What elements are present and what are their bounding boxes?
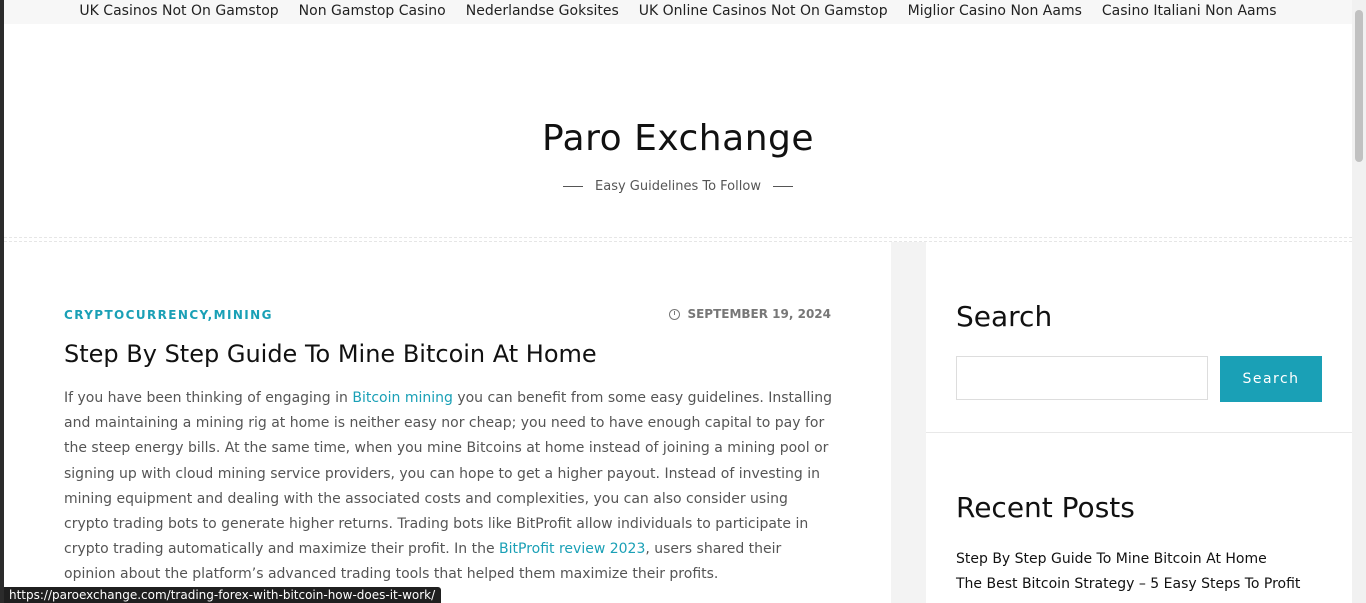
nav-link-uk-casinos[interactable]: UK Casinos Not On Gamstop bbox=[79, 3, 278, 19]
excerpt-text-1: If you have been thinking of engaging in bbox=[64, 390, 353, 406]
bitprofit-review-link[interactable]: BitProfit review 2023 bbox=[499, 541, 645, 557]
search-widget-title: Search bbox=[956, 300, 1053, 333]
post-date: SEPTEMBER 19, 2024 bbox=[669, 307, 831, 321]
vertical-scrollbar[interactable] bbox=[1352, 0, 1366, 603]
tagline-dash-right bbox=[772, 186, 793, 187]
site-title[interactable]: Paro Exchange bbox=[4, 118, 1352, 159]
post-categories: CRYPTOCURRENCY,MINING bbox=[64, 308, 273, 322]
nav-link-non-gamstop-casino[interactable]: Non Gamstop Casino bbox=[299, 3, 446, 19]
category-link-mining[interactable]: MINING bbox=[214, 308, 273, 322]
search-input[interactable] bbox=[956, 356, 1208, 400]
top-nav-list: UK Casinos Not On Gamstop Non Gamstop Ca… bbox=[4, 3, 1352, 19]
link-status-bar: https://paroexchange.com/trading-forex-w… bbox=[4, 587, 442, 603]
top-navigation: UK Casinos Not On Gamstop Non Gamstop Ca… bbox=[4, 0, 1352, 24]
recent-posts-list: Step By Step Guide To Mine Bitcoin At Ho… bbox=[956, 551, 1300, 601]
nav-link-uk-online-casinos[interactable]: UK Online Casinos Not On Gamstop bbox=[639, 3, 888, 19]
widget-divider bbox=[926, 432, 1352, 433]
post-date-text[interactable]: SEPTEMBER 19, 2024 bbox=[687, 307, 831, 321]
recent-posts-title: Recent Posts bbox=[956, 491, 1135, 524]
content-gutter bbox=[891, 242, 926, 603]
main-content: CRYPTOCURRENCY,MINING SEPTEMBER 19, 2024… bbox=[4, 242, 891, 603]
clock-icon bbox=[669, 308, 681, 320]
sidebar: Search Search Recent Posts Step By Step … bbox=[926, 242, 1352, 603]
search-button[interactable]: Search bbox=[1220, 356, 1322, 402]
nav-link-nederlandse-goksites[interactable]: Nederlandse Goksites bbox=[466, 3, 619, 19]
recent-post-link[interactable]: Step By Step Guide To Mine Bitcoin At Ho… bbox=[956, 551, 1300, 576]
bitcoin-mining-link[interactable]: Bitcoin mining bbox=[352, 390, 453, 406]
nav-link-casino-italiani[interactable]: Casino Italiani Non Aams bbox=[1102, 3, 1277, 19]
excerpt-text-2: you can benefit from some easy guideline… bbox=[64, 390, 833, 558]
recent-post-link[interactable]: The Best Bitcoin Strategy – 5 Easy Steps… bbox=[956, 576, 1300, 601]
tagline-dash-left bbox=[563, 186, 584, 187]
post-excerpt: If you have been thinking of engaging in… bbox=[64, 386, 834, 588]
category-link-cryptocurrency[interactable]: CRYPTOCURRENCY bbox=[64, 308, 208, 322]
scrollbar-thumb[interactable] bbox=[1355, 10, 1363, 162]
post-title[interactable]: Step By Step Guide To Mine Bitcoin At Ho… bbox=[64, 340, 597, 368]
browser-viewport: UK Casinos Not On Gamstop Non Gamstop Ca… bbox=[4, 0, 1352, 603]
nav-link-miglior-casino[interactable]: Miglior Casino Non Aams bbox=[908, 3, 1082, 19]
site-tagline: Easy Guidelines To Follow bbox=[4, 179, 1352, 194]
tagline-text: Easy Guidelines To Follow bbox=[595, 179, 761, 194]
